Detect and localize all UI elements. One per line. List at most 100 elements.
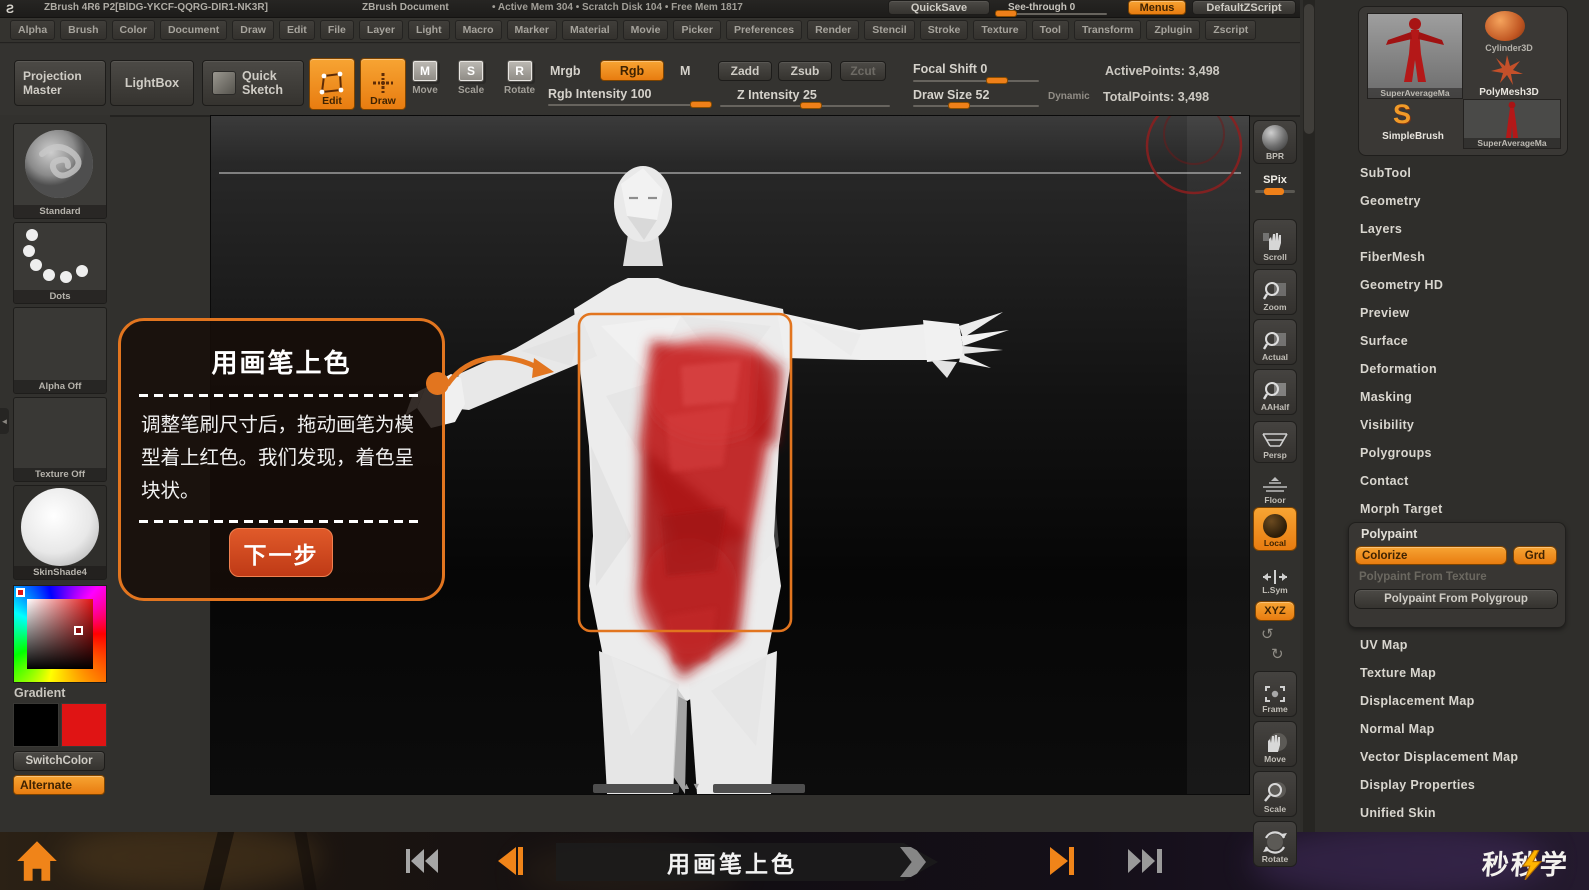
simplebrush-icon[interactable]: S	[1393, 99, 1411, 130]
prev-step-button[interactable]	[494, 844, 524, 878]
menu-render[interactable]: Render	[807, 20, 860, 40]
colorize-button[interactable]: Colorize	[1355, 546, 1507, 565]
active-tool-thumbnail[interactable]: SuperAverageMa	[1367, 13, 1463, 99]
alternate-button[interactable]: Alternate	[13, 775, 105, 795]
canvas-scrollbar-right[interactable]	[713, 784, 805, 793]
menu-texture[interactable]: Texture	[973, 20, 1027, 40]
xyz-button[interactable]: XYZ	[1255, 601, 1295, 621]
spin-left-icon[interactable]: ↺	[1261, 625, 1274, 643]
floor-button[interactable]: Floor	[1253, 465, 1297, 507]
polymesh3d-star-icon[interactable]	[1491, 55, 1523, 85]
menu-tool[interactable]: Tool	[1031, 20, 1069, 40]
menu-stroke[interactable]: Stroke	[919, 20, 969, 40]
menu-layer[interactable]: Layer	[358, 20, 403, 40]
palette-scrollbar-thumb[interactable]	[1304, 4, 1314, 134]
menu-material[interactable]: Material	[561, 20, 618, 40]
scroll-arrows-icon[interactable]: ▲▼	[682, 781, 702, 791]
menu-picker[interactable]: Picker	[673, 20, 721, 40]
section-layers[interactable]: Layers	[1360, 222, 1402, 236]
section-morph-target[interactable]: Morph Target	[1360, 502, 1443, 516]
draw-button[interactable]: Draw	[360, 58, 406, 110]
zadd-button[interactable]: Zadd	[718, 61, 772, 81]
section-vector-displacement-map[interactable]: Vector Displacement Map	[1360, 750, 1518, 764]
section-polygroups[interactable]: Polygroups	[1360, 446, 1432, 460]
menu-color[interactable]: Color	[111, 20, 155, 40]
current-brush-thumbnail[interactable]: Standard	[13, 123, 107, 219]
polypaint-header[interactable]: Polypaint	[1361, 527, 1417, 541]
menu-zscript[interactable]: Zscript	[1205, 20, 1257, 40]
polypaint-from-polygroup-button[interactable]: Polypaint From Polygroup	[1354, 589, 1558, 609]
section-deformation[interactable]: Deformation	[1360, 362, 1437, 376]
section-geometry-hd[interactable]: Geometry HD	[1360, 278, 1443, 292]
menus-button[interactable]: Menus	[1128, 0, 1186, 15]
cylinder3d-icon[interactable]	[1485, 11, 1525, 41]
zcut-button[interactable]: Zcut	[840, 61, 886, 81]
spix-control[interactable]: SPix	[1255, 170, 1295, 195]
section-uv-map[interactable]: UV Map	[1360, 638, 1408, 652]
menu-draw[interactable]: Draw	[232, 20, 274, 40]
rgb-intensity-slider[interactable]	[548, 104, 708, 106]
color-picker[interactable]	[13, 585, 107, 683]
menu-stencil[interactable]: Stencil	[864, 20, 915, 40]
menu-zplugin[interactable]: Zplugin	[1146, 20, 1201, 40]
dock-rotate-button[interactable]: Rotate	[1253, 821, 1297, 867]
actual-button[interactable]: Actual	[1253, 319, 1297, 365]
spin-right-icon[interactable]: ↻	[1271, 645, 1284, 663]
main-color-swatch[interactable]	[13, 703, 59, 747]
section-surface[interactable]: Surface	[1360, 334, 1408, 348]
recent-tool-thumbnail[interactable]: SuperAverageMa	[1463, 99, 1561, 149]
menu-transform[interactable]: Transform	[1073, 20, 1142, 40]
rotate-button[interactable]: R Rotate	[504, 60, 535, 96]
next-step-button[interactable]: 下一步	[229, 528, 333, 577]
bpr-button[interactable]: BPR	[1253, 120, 1297, 164]
home-button[interactable]	[14, 839, 60, 883]
scroll-button[interactable]: Scroll	[1253, 219, 1297, 265]
section-normal-map[interactable]: Normal Map	[1360, 722, 1435, 736]
draw-size-knob[interactable]	[948, 102, 970, 109]
lsym-button[interactable]: L.Sym	[1253, 557, 1297, 597]
current-stroke-thumbnail[interactable]: Dots	[13, 222, 107, 304]
quick-sketch-button[interactable]: Quick Sketch	[202, 60, 304, 106]
scale-button[interactable]: S Scale	[458, 60, 484, 96]
saturation-square[interactable]	[27, 599, 93, 669]
simplebrush-label[interactable]: SimpleBrush	[1367, 131, 1459, 142]
section-display-properties[interactable]: Display Properties	[1360, 778, 1475, 792]
section-masking[interactable]: Masking	[1360, 390, 1412, 404]
spix-slider[interactable]	[1255, 188, 1295, 195]
current-material-thumbnail[interactable]: SkinShade4	[13, 485, 107, 580]
z-intensity-knob[interactable]	[800, 102, 822, 109]
canvas-scrollbar-left[interactable]	[593, 784, 679, 793]
section-geometry[interactable]: Geometry	[1360, 194, 1421, 208]
menu-file[interactable]: File	[319, 20, 354, 40]
projection-master-button[interactable]: Projection Master	[14, 60, 106, 106]
dynamic-toggle[interactable]: Dynamic	[1048, 91, 1090, 102]
default-zscript-button[interactable]: DefaultZScript	[1192, 0, 1296, 15]
cylinder3d-label[interactable]: Cylinder3D	[1467, 43, 1551, 53]
m-button[interactable]: M	[680, 64, 690, 78]
panel-collapse-handle[interactable]: ◄	[0, 408, 9, 434]
section-visibility[interactable]: Visibility	[1360, 418, 1414, 432]
section-unified-skin[interactable]: Unified Skin	[1360, 806, 1436, 820]
first-step-button[interactable]	[404, 845, 440, 877]
menu-macro[interactable]: Macro	[454, 20, 502, 40]
spix-knob[interactable]	[1264, 188, 1284, 195]
draw-size-slider[interactable]	[913, 105, 1039, 107]
section-contact[interactable]: Contact	[1360, 474, 1409, 488]
zsub-button[interactable]: Zsub	[778, 61, 832, 81]
menu-brush[interactable]: Brush	[60, 20, 107, 40]
menu-movie[interactable]: Movie	[622, 20, 669, 40]
current-texture-thumbnail[interactable]: Texture Off	[13, 397, 107, 482]
persp-button[interactable]: Persp	[1253, 421, 1297, 463]
palette-scrollbar[interactable]	[1303, 0, 1315, 832]
secondary-color-swatch[interactable]	[61, 703, 107, 747]
menu-document[interactable]: Document	[159, 20, 228, 40]
rgb-button[interactable]: Rgb	[600, 60, 664, 81]
current-alpha-thumbnail[interactable]: Alpha Off	[13, 307, 107, 394]
menu-light[interactable]: Light	[407, 20, 450, 40]
hue-selector[interactable]	[16, 588, 25, 597]
aahalf-button[interactable]: AAHalf	[1253, 369, 1297, 415]
section-displacement-map[interactable]: Displacement Map	[1360, 694, 1475, 708]
focal-shift-slider[interactable]	[913, 80, 1039, 82]
color-selector[interactable]	[74, 626, 83, 635]
lightbox-button[interactable]: LightBox	[110, 60, 194, 106]
